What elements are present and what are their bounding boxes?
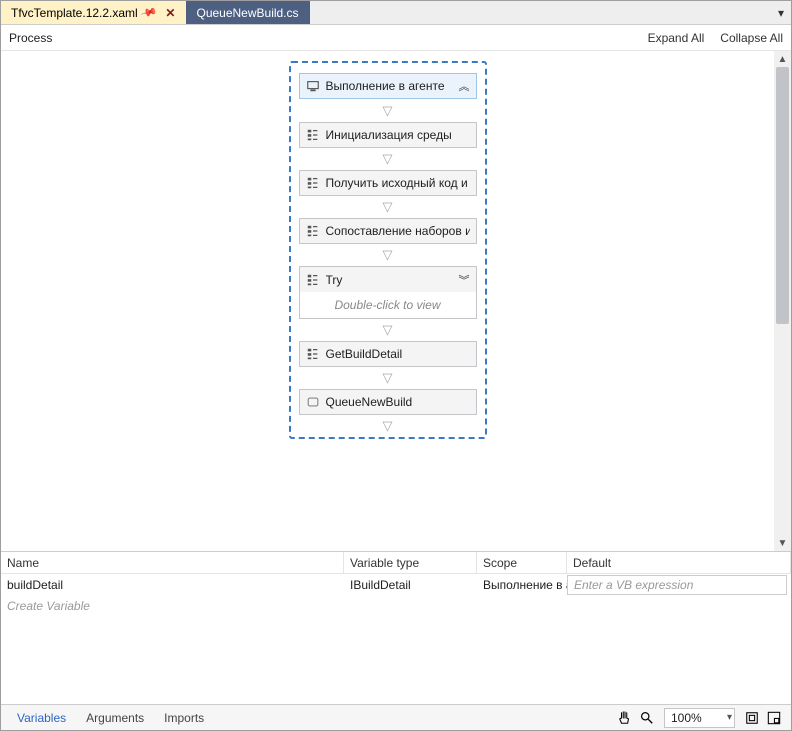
pin-icon[interactable]: 📌 bbox=[139, 3, 157, 21]
scrollbar-thumb[interactable] bbox=[776, 67, 789, 324]
workflow-designer-surface[interactable]: Выполнение в агенте ︽ ▽ Инициализация ср… bbox=[1, 51, 774, 551]
tab-spacer bbox=[310, 1, 771, 24]
column-header-scope[interactable]: Scope bbox=[477, 552, 567, 574]
variable-scope-cell[interactable]: Выполнение в аген bbox=[477, 574, 567, 596]
code-activity-icon bbox=[306, 395, 320, 409]
activity-try-hint[interactable]: Double-click to view bbox=[299, 292, 477, 319]
variables-header-row: Name Variable type Scope Default bbox=[1, 552, 791, 574]
sequence-icon bbox=[306, 176, 320, 190]
activity-associate-changesets[interactable]: Сопоставление наборов и bbox=[299, 218, 477, 244]
activity-label: Сопоставление наборов и bbox=[326, 224, 470, 238]
agent-scope-activity[interactable]: Выполнение в агенте ︽ ▽ Инициализация ср… bbox=[289, 61, 487, 439]
create-variable-row[interactable]: Create Variable bbox=[1, 596, 791, 616]
sequence-icon bbox=[306, 128, 320, 142]
expand-all-link[interactable]: Expand All bbox=[648, 31, 705, 45]
activity-get-source[interactable]: Получить исходный код и bbox=[299, 170, 477, 196]
activity-label: Try bbox=[326, 273, 459, 287]
breadcrumb-root[interactable]: Process bbox=[9, 31, 52, 45]
bottom-tab-variables[interactable]: Variables bbox=[7, 707, 76, 729]
flow-arrow-icon: ▽ bbox=[299, 199, 477, 215]
bottom-tab-imports[interactable]: Imports bbox=[154, 707, 214, 729]
collapse-chevron-icon[interactable]: ︽ bbox=[459, 78, 470, 94]
flow-arrow-icon: ▽ bbox=[299, 103, 477, 119]
activity-title: Выполнение в агенте bbox=[326, 79, 459, 93]
activity-queue-new-build[interactable]: QueueNewBuild bbox=[299, 389, 477, 415]
column-header-default[interactable]: Default bbox=[567, 552, 791, 574]
activity-label: QueueNewBuild bbox=[326, 395, 470, 409]
sequence-icon bbox=[306, 273, 320, 287]
activity-header[interactable]: Выполнение в агенте ︽ bbox=[299, 73, 477, 99]
activity-label: Инициализация среды bbox=[326, 128, 470, 142]
tab-label: TfvcTemplate.12.2.xaml bbox=[11, 6, 138, 20]
tab-queuenewbuild[interactable]: QueueNewBuild.cs bbox=[186, 1, 309, 24]
zoom-value: 100% bbox=[671, 711, 721, 725]
activity-init-env[interactable]: Инициализация среды bbox=[299, 122, 477, 148]
zoom-level-combo[interactable]: 100% ▾ bbox=[664, 708, 735, 728]
variable-type-cell[interactable]: IBuildDetail bbox=[344, 574, 477, 596]
pan-tool-icon[interactable] bbox=[614, 708, 636, 728]
flow-arrow-icon: ▽ bbox=[299, 247, 477, 263]
activity-try[interactable]: Try ︾ bbox=[299, 266, 477, 292]
column-header-name[interactable]: Name bbox=[1, 552, 344, 574]
variable-name-cell[interactable]: buildDetail bbox=[1, 574, 344, 596]
expand-chevron-icon[interactable]: ︾ bbox=[459, 272, 470, 288]
scroll-down-icon[interactable]: ▼ bbox=[778, 535, 788, 551]
activity-label: Получить исходный код и bbox=[326, 176, 470, 190]
variable-default-cell[interactable]: Enter a VB expression bbox=[567, 575, 787, 595]
close-icon[interactable]: ✕ bbox=[165, 6, 175, 20]
agent-icon bbox=[306, 79, 320, 93]
flow-arrow-icon: ▽ bbox=[299, 322, 477, 338]
activity-get-build-detail[interactable]: GetBuildDetail bbox=[299, 341, 477, 367]
chevron-down-icon: ▾ bbox=[727, 712, 732, 723]
variables-panel: Name Variable type Scope Default buildDe… bbox=[1, 551, 791, 704]
tab-overflow-menu[interactable]: ▾ bbox=[771, 1, 791, 24]
flow-arrow-icon: ▽ bbox=[299, 370, 477, 386]
fit-to-screen-icon[interactable] bbox=[741, 708, 763, 728]
tab-tfvc-template[interactable]: TfvcTemplate.12.2.xaml 📌 ✕ bbox=[1, 1, 186, 24]
collapse-all-link[interactable]: Collapse All bbox=[720, 31, 783, 45]
flow-arrow-icon: ▽ bbox=[299, 418, 477, 434]
zoom-tool-icon[interactable] bbox=[636, 708, 658, 728]
document-tabs: TfvcTemplate.12.2.xaml 📌 ✕ QueueNewBuild… bbox=[1, 1, 791, 25]
variable-default-placeholder: Enter a VB expression bbox=[574, 578, 693, 592]
bottom-bar: Variables Arguments Imports 100% ▾ bbox=[1, 704, 791, 730]
vertical-scrollbar[interactable]: ▲ ▼ bbox=[774, 51, 791, 551]
activity-label: GetBuildDetail bbox=[326, 347, 470, 361]
column-header-type[interactable]: Variable type bbox=[344, 552, 477, 574]
sequence-icon bbox=[306, 224, 320, 238]
scroll-up-icon[interactable]: ▲ bbox=[778, 51, 788, 67]
tab-label: QueueNewBuild.cs bbox=[196, 6, 298, 20]
sequence-icon bbox=[306, 347, 320, 361]
overview-icon[interactable] bbox=[763, 708, 785, 728]
bottom-tab-arguments[interactable]: Arguments bbox=[76, 707, 154, 729]
variable-row[interactable]: buildDetail IBuildDetail Выполнение в аг… bbox=[1, 574, 791, 596]
flow-arrow-icon: ▽ bbox=[299, 151, 477, 167]
breadcrumb-bar: Process Expand All Collapse All bbox=[1, 25, 791, 51]
